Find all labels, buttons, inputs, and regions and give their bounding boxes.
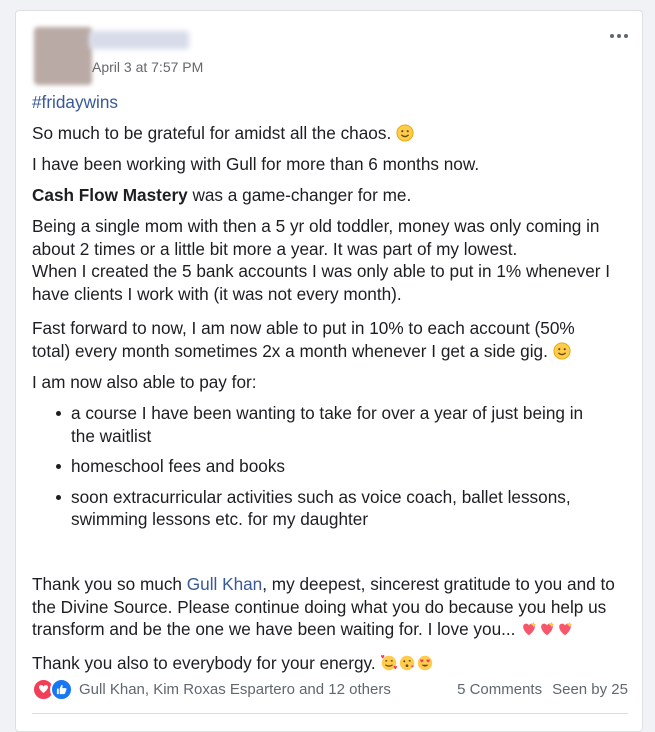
author-name-redacted[interactable] xyxy=(89,31,189,49)
avatar[interactable] xyxy=(34,27,92,85)
post-timestamp[interactable]: April 3 at 7:57 PM xyxy=(92,59,203,75)
single-mom-line-3: When I created the 5 bank accounts I was… xyxy=(32,261,611,282)
list-item-line: soon extracurricular activities such as … xyxy=(71,486,571,507)
fast-forward-line-1: Fast forward to now, I am now able to pu… xyxy=(32,318,575,338)
list-item: soon extracurricular activities such as … xyxy=(32,486,632,531)
pay-for-list: a course I have been wanting to take for… xyxy=(32,402,632,531)
face-blowing-kiss-emoji-icon xyxy=(400,655,415,671)
smile-emoji-icon xyxy=(553,342,571,360)
more-options-icon[interactable] xyxy=(606,29,632,43)
like-reaction-icon[interactable] xyxy=(50,677,73,701)
paragraph-pay-for: I am now also able to pay for: xyxy=(32,372,257,392)
sparkling-heart-emoji-icon xyxy=(520,619,574,639)
paragraph-cash-flow-rest: was a game-changer for me. xyxy=(187,185,412,205)
reaction-icons[interactable] xyxy=(32,677,73,701)
fast-forward-line-2: total) every month sometimes 2x a month … xyxy=(32,340,548,361)
paragraph-thank-everybody: Thank you also to everybody for your ene… xyxy=(32,652,434,675)
list-item: homeschool fees and books xyxy=(32,455,632,478)
cash-flow-mastery-bold: Cash Flow Mastery xyxy=(32,185,188,205)
list-item-line: a course I have been wanting to take for… xyxy=(71,403,584,423)
single-mom-line-1: Being a single mom with then a 5 yr old … xyxy=(32,216,600,236)
seen-by-count[interactable]: Seen by 25 xyxy=(552,681,628,698)
paragraph-single-mom: Being a single mom with then a 5 yr old … xyxy=(32,215,610,305)
paragraph-working: I have been working with Gull for more t… xyxy=(32,154,480,174)
list-item: a course I have been wanting to take for… xyxy=(32,402,632,447)
post-card: April 3 at 7:57 PM #fridaywins So much t… xyxy=(15,10,643,732)
paragraph-grateful-text: So much to be grateful for amidst all th… xyxy=(32,123,392,143)
paragraph-fast-forward: Fast forward to now, I am now able to pu… xyxy=(32,317,575,362)
single-mom-line-4: have clients I work with (it was not eve… xyxy=(32,283,402,304)
thank-you-line-2: the Divine Source. Please continue doing… xyxy=(32,596,607,617)
smile-emoji-icon xyxy=(396,124,414,142)
thank-you-text-rest: , my deepest, sincerest gratitude to you… xyxy=(262,574,615,594)
reactors-text[interactable]: Gull Khan, Kim Roxas Espartero and 12 ot… xyxy=(79,681,391,698)
smiling-face-with-hearts-emoji-icon xyxy=(381,655,398,671)
list-item-line: homeschool fees and books xyxy=(71,456,286,477)
single-mom-line-2: about 2 times or a little bit more a yea… xyxy=(32,238,518,259)
paragraph-grateful: So much to be grateful for amidst all th… xyxy=(32,122,414,145)
heart-eyes-emoji-icon xyxy=(418,655,433,671)
gull-khan-mention-link[interactable]: Gull Khan xyxy=(187,574,262,594)
thank-everybody-text: Thank you also to everybody for your ene… xyxy=(32,653,376,673)
thank-you-text: Thank you so much xyxy=(32,574,187,594)
list-item-line: the waitlist xyxy=(71,425,152,446)
footer-divider xyxy=(32,713,628,714)
hashtag[interactable]: #fridaywins xyxy=(32,91,118,114)
paragraph-cash-flow: Cash Flow Mastery was a game-changer for… xyxy=(32,184,411,207)
list-item-line: swimming lessons etc. for my daughter xyxy=(71,509,369,530)
thank-you-line-3: transform and be the one we have been wa… xyxy=(32,619,516,640)
paragraph-thank-you: Thank you so much Gull Khan, my deepest,… xyxy=(32,573,615,641)
post-footer: Gull Khan, Kim Roxas Espartero and 12 ot… xyxy=(32,677,628,701)
comments-count[interactable]: 5 Comments xyxy=(457,681,542,698)
hashtag-link[interactable]: #fridaywins xyxy=(32,92,118,112)
